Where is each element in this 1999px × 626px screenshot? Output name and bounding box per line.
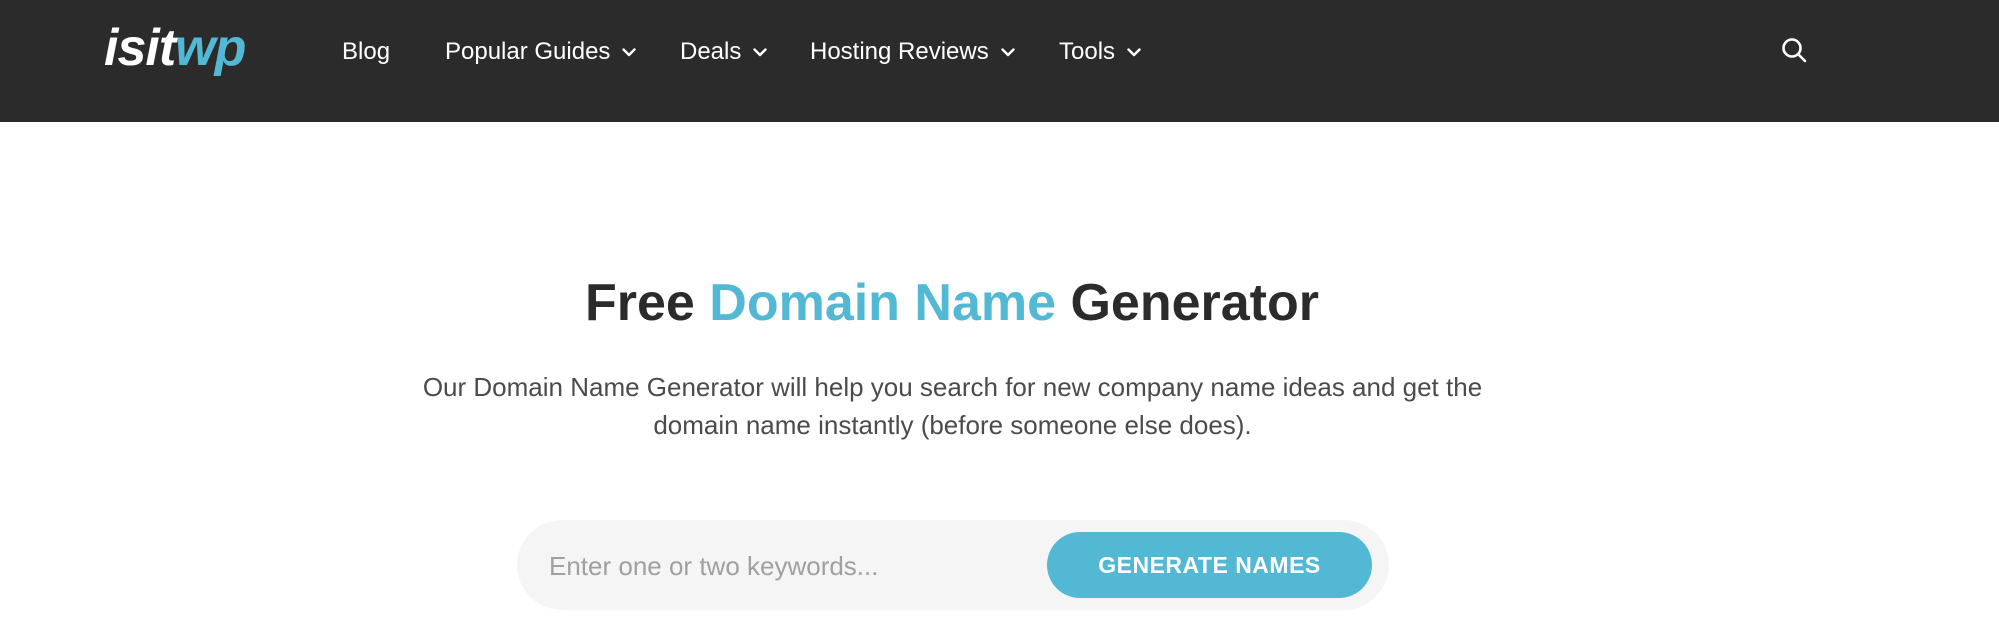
nav-item-label: Popular Guides bbox=[445, 38, 611, 65]
search-icon bbox=[1780, 36, 1808, 69]
title-prefix: Free bbox=[584, 274, 710, 332]
logo-text-wp: wp bbox=[175, 19, 246, 77]
nav-item-deals[interactable]: Deals bbox=[680, 34, 768, 70]
title-suffix: Generator bbox=[1056, 274, 1320, 332]
generate-names-button[interactable]: GENERATE NAMES bbox=[1047, 532, 1372, 598]
hero-description: Our Domain Name Generator will help you … bbox=[422, 372, 1483, 440]
title-highlight: Domain Name bbox=[709, 274, 1057, 332]
chevron-down-icon bbox=[1001, 47, 1015, 57]
nav-item-popular-guides[interactable]: Popular Guides bbox=[445, 34, 637, 70]
nav-item-label: Blog bbox=[342, 38, 391, 65]
chevron-down-icon bbox=[753, 47, 768, 57]
nav-item-hosting-reviews[interactable]: Hosting Reviews bbox=[810, 34, 1015, 70]
page-title: Free Domain Name Generator bbox=[0, 270, 1904, 336]
chevron-down-icon bbox=[1127, 47, 1141, 57]
domain-search-form: GENERATE NAMES bbox=[517, 520, 1389, 610]
top-navigation-bar: isitwp Blog Popular Guides Deals Hosting… bbox=[0, 0, 1999, 122]
nav-item-label: Tools bbox=[1059, 38, 1116, 65]
nav-item-label: Deals bbox=[680, 38, 742, 65]
logo-text-isit: isit bbox=[104, 19, 176, 77]
keyword-input[interactable] bbox=[547, 540, 1031, 592]
nav-item-blog[interactable]: Blog bbox=[342, 34, 390, 70]
nav-item-label: Hosting Reviews bbox=[810, 38, 989, 65]
header-search-button[interactable] bbox=[1778, 36, 1810, 68]
nav-item-tools[interactable]: Tools bbox=[1059, 34, 1141, 70]
isitwp-logo[interactable]: isitwp bbox=[104, 18, 246, 78]
chevron-down-icon bbox=[622, 47, 637, 57]
